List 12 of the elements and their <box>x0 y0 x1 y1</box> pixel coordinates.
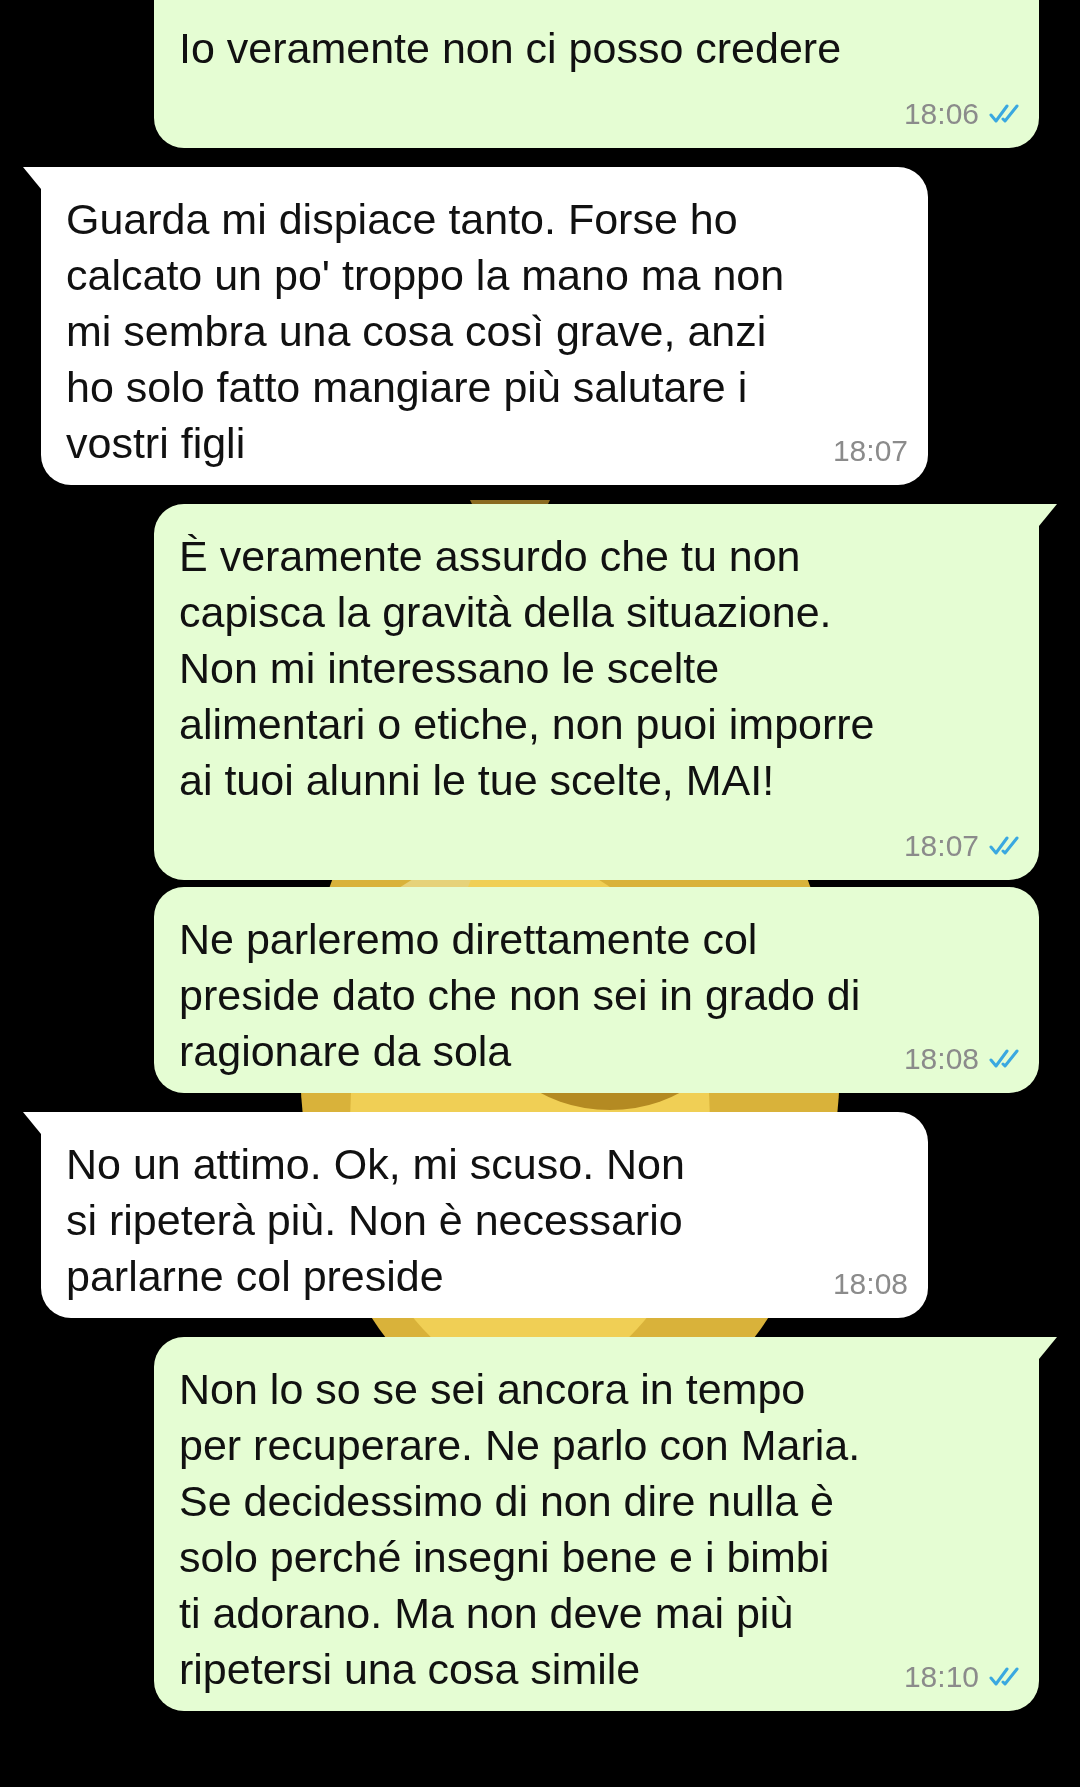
message-time: 18:07 <box>903 828 979 864</box>
message-text: È veramente assurdo che tu non capisca la gravità della situazione. Non mi interessano le scelte alimentari o etiche, non puoi imporre ai tuoi alunni le tue scelte, MAI! <box>179 531 875 806</box>
message-text: Ne parleremo direttamente col preside dato che non sei in grado di ragionare da sola <box>179 914 861 1077</box>
message-time: 18:08 <box>903 1041 979 1077</box>
message-time: 18:10 <box>903 1659 979 1695</box>
message-time: 18:08 <box>832 1266 908 1302</box>
message-text: No un attimo. Ok, mi scuso. Non si ripeterà più. Non è necessario parlarne col preside <box>66 1139 685 1302</box>
message-time: 18:06 <box>903 96 979 132</box>
message-text: Guarda mi dispiace tanto. Forse ho calcato un po' troppo la mano ma non mi sembra una cosa così grave, anzi ho solo fatto mangiare più salutare i vostri figli <box>66 194 785 469</box>
message-text: Non lo so se sei ancora in tempo per recuperare. Ne parlo con Maria. Se decidessimo di non dire nulla è solo perché insegni bene e i bimbi ti adorano. Ma non deve mai più ripetersi una cosa simile <box>179 1364 861 1695</box>
message-time: 18:07 <box>832 433 908 469</box>
message-text: Io veramente non ci posso credere <box>179 23 842 74</box>
